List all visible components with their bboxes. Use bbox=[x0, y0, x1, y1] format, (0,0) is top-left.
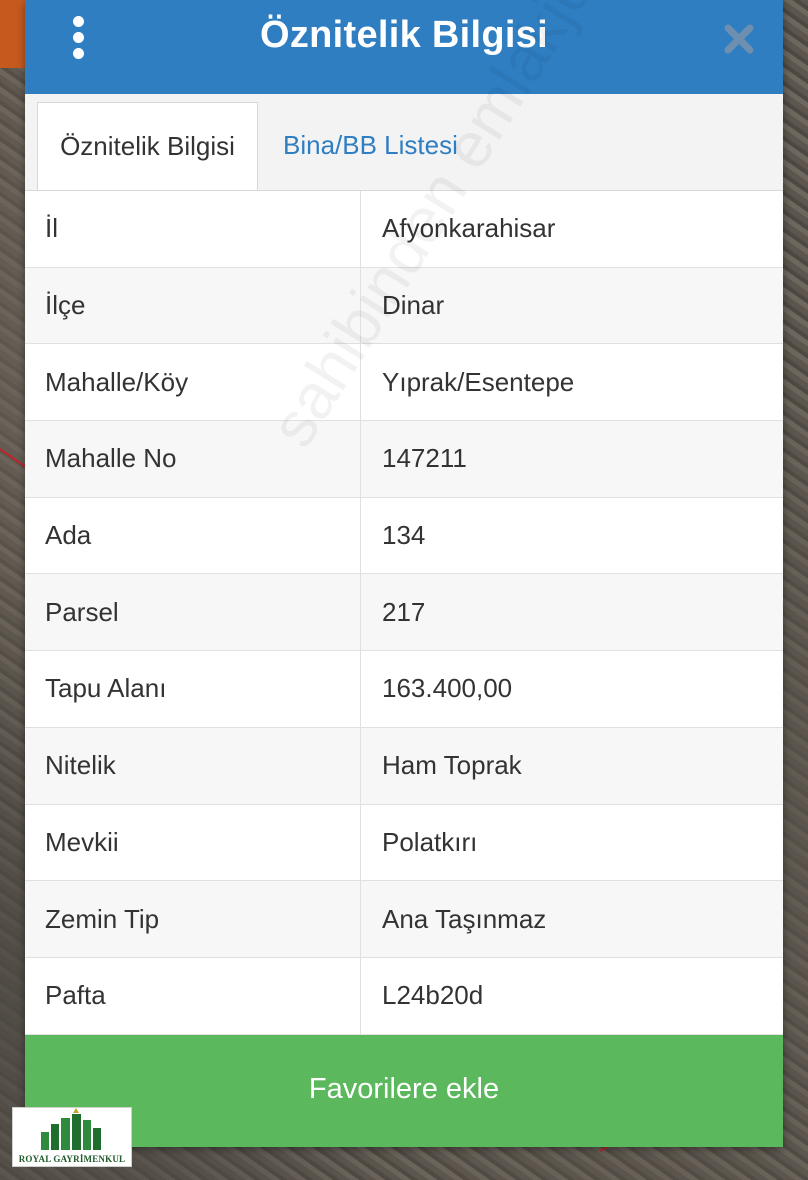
attribute-key: Tapu Alanı bbox=[25, 651, 361, 727]
attribute-key: Mahalle/Köy bbox=[25, 344, 361, 421]
table-row: Pafta L24b20d bbox=[25, 957, 783, 1035]
attribute-key: Mahalle No bbox=[25, 421, 361, 497]
attribute-key: İlçe bbox=[25, 267, 361, 344]
attribute-key: Parsel bbox=[25, 574, 361, 651]
attribute-key: İl bbox=[25, 191, 361, 267]
table-row: Zemin Tip Ana Taşınmaz bbox=[25, 881, 783, 958]
table-row: Tapu Alanı 163.400,00 bbox=[25, 651, 783, 728]
attribute-value: 134 bbox=[382, 520, 426, 551]
logo-text: ROYAL GAYRİMENKUL bbox=[18, 1154, 126, 1164]
attribute-key: Zemin Tip bbox=[25, 881, 361, 957]
table-row: Ada 134 bbox=[25, 497, 783, 575]
table-row: Nitelik Ham Toprak bbox=[25, 727, 783, 805]
attribute-value: 163.400,00 bbox=[382, 673, 513, 704]
table-row: Mahalle No 147211 bbox=[25, 421, 783, 498]
attribute-value: Ham Toprak bbox=[382, 750, 522, 781]
attribute-key: Nitelik bbox=[25, 727, 361, 804]
attribute-value: Ana Taşınmaz bbox=[382, 903, 547, 934]
attribute-dialog: Öznitelik Bilgisi Öznitelik Bilgisi Bina… bbox=[25, 0, 783, 1147]
brand-logo: ROYAL GAYRİMENKUL bbox=[12, 1107, 132, 1167]
tab-bar: Öznitelik Bilgisi Bina/BB Listesi bbox=[25, 94, 783, 191]
attribute-value: L24b20d bbox=[382, 980, 484, 1011]
dialog-header: Öznitelik Bilgisi bbox=[25, 0, 783, 94]
attribute-value: 147211 bbox=[382, 443, 467, 474]
table-row: Parsel 217 bbox=[25, 574, 783, 652]
building-logo-icon bbox=[41, 1108, 101, 1150]
table-row: Mahalle/Köy Yıprak/Esentepe bbox=[25, 344, 783, 422]
attribute-value: Yıprak/Esentepe bbox=[382, 366, 575, 397]
tab-building-list[interactable]: Bina/BB Listesi bbox=[283, 102, 458, 189]
attribute-value: Afyonkarahisar bbox=[382, 213, 556, 244]
attribute-key: Pafta bbox=[25, 957, 361, 1034]
table-row: İl Afyonkarahisar bbox=[25, 191, 783, 268]
attribute-table: İl Afyonkarahisar İlçe Dinar Mahalle/Köy… bbox=[25, 191, 783, 1035]
map-background-orange bbox=[0, 0, 26, 68]
attribute-value: Dinar bbox=[382, 290, 445, 321]
table-row: İlçe Dinar bbox=[25, 267, 783, 345]
add-to-favorites-button[interactable]: Favorilere ekle bbox=[25, 1035, 783, 1147]
tab-attribute-info[interactable]: Öznitelik Bilgisi bbox=[37, 102, 258, 190]
attribute-key: Ada bbox=[25, 497, 361, 574]
attribute-value: 217 bbox=[382, 596, 426, 627]
table-row: Mevkii Polatkırı bbox=[25, 804, 783, 882]
close-icon[interactable] bbox=[722, 22, 756, 56]
dialog-title: Öznitelik Bilgisi bbox=[259, 14, 549, 56]
attribute-key: Mevkii bbox=[25, 804, 361, 881]
attribute-value: Polatkırı bbox=[382, 826, 478, 857]
